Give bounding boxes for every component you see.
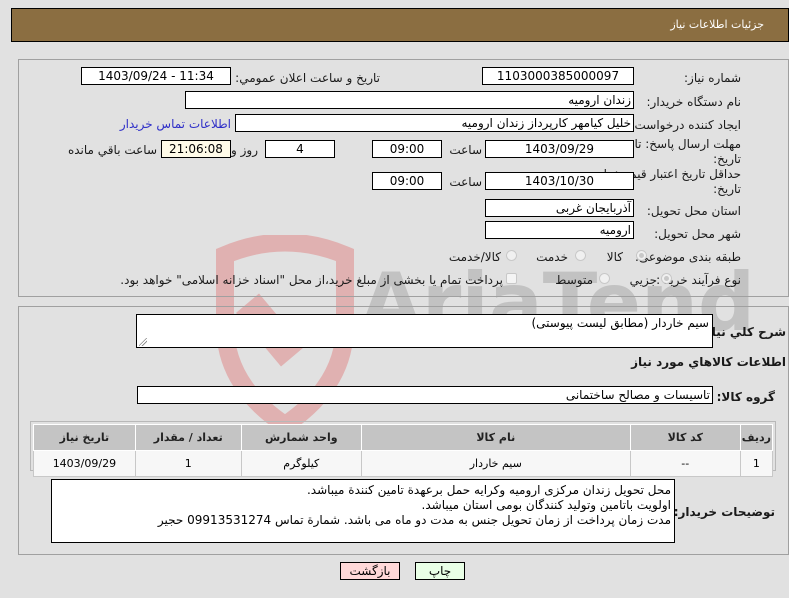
- description-text: سیم خاردار (مطابق لیست پیوستی): [531, 316, 709, 330]
- announce-datetime-field: 1403/09/24 - 11:34: [81, 67, 231, 85]
- price-validity-date-field: 1403/10/30: [485, 172, 634, 190]
- response-deadline-label-2: تاریخ:: [713, 152, 741, 166]
- remaining-time-label: ساعت باقي مانده: [67, 143, 157, 157]
- goods-section-title: اطلاعات کالاهاي مورد نیاز: [631, 355, 786, 369]
- print-button[interactable]: چاپ: [415, 562, 465, 580]
- items-table: ردیف کد کالا نام کالا واحد شمارش تعداد /…: [33, 424, 774, 477]
- description-textarea[interactable]: سیم خاردار (مطابق لیست پیوستی): [136, 314, 713, 348]
- purchase-medium-radio[interactable]: [599, 273, 610, 284]
- col-row-header: ردیف: [739, 424, 774, 451]
- remaining-days-field: 4: [265, 140, 335, 158]
- category-service-radio[interactable]: [575, 250, 586, 261]
- buyer-notes-label: توضیحات خریدار:: [673, 505, 775, 519]
- buyer-contact-link[interactable]: اطلاعات تماس خریدار: [120, 117, 231, 131]
- buyer-note-line: محل تحویل زندان مرکزی ارومیه وکرایه حمل …: [306, 483, 671, 497]
- cell-qty: 1: [134, 450, 242, 477]
- category-goods-label: کالا: [606, 250, 623, 264]
- table-row: 1 -- سیم خاردار کیلوگرم 1 1403/09/29: [33, 450, 774, 477]
- items-table-header: ردیف کد کالا نام کالا واحد شمارش تعداد /…: [33, 424, 774, 451]
- response-deadline-label: مهلت ارسال پاسخ: تا: [634, 137, 741, 151]
- buyer-org-label: نام دستگاه خریدار:: [646, 95, 742, 109]
- cell-code: --: [629, 450, 741, 477]
- purchase-medium-label: متوسط: [555, 273, 593, 287]
- cell-row: 1: [739, 450, 774, 477]
- page-title: جزئیات اطلاعات نیاز: [670, 18, 764, 31]
- col-code-header: کد کالا: [629, 424, 741, 451]
- province-field: آذربایجان غربی: [485, 199, 634, 217]
- province-label: استان محل تحویل:: [646, 204, 741, 218]
- cell-date: 1403/09/29: [33, 450, 136, 477]
- cell-name: سیم خاردار: [360, 450, 631, 477]
- response-deadline-date-field: 1403/09/29: [485, 140, 634, 158]
- goods-group-label: گروه کالا:: [716, 390, 775, 404]
- response-time-label: ساعت: [449, 143, 482, 157]
- category-label: طبقه بندی موضوعی:: [634, 250, 741, 264]
- buyer-notes-box: محل تحویل زندان مرکزی ارومیه وکرایه حمل …: [51, 479, 675, 543]
- buyer-note-line: مدت زمان پرداخت از زمان تحویل جنس به مدت…: [157, 513, 671, 527]
- purchase-minor-radio[interactable]: [661, 273, 672, 284]
- treasury-checkbox-label: پرداخت تمام یا بخشی از مبلغ خرید،از محل …: [120, 273, 503, 287]
- col-date-header: تاریخ نیاز: [33, 424, 136, 451]
- buyer-org-field: زندان ارومیه: [185, 91, 634, 109]
- category-goods-radio[interactable]: [636, 250, 647, 261]
- response-time-field: 09:00: [372, 140, 442, 158]
- resize-grip-icon[interactable]: [139, 338, 147, 346]
- price-validity-label-2: تاریخ:: [713, 182, 741, 196]
- announce-datetime-label: تاریخ و ساعت اعلان عمومي:: [235, 71, 380, 85]
- remaining-time-field: 21:06:08: [161, 140, 231, 158]
- need-number-label: شماره نیاز:: [684, 71, 741, 85]
- purchase-minor-label: جزیي: [629, 273, 657, 287]
- category-goods-service-radio[interactable]: [506, 250, 517, 261]
- treasury-checkbox[interactable]: [506, 273, 517, 284]
- city-field: ارومیه: [485, 221, 634, 239]
- col-qty-header: تعداد / مقدار: [134, 424, 242, 451]
- goods-group-field: تاسیسات و مصالح ساختمانی: [137, 386, 713, 404]
- category-service-label: خدمت: [536, 250, 568, 264]
- category-goods-service-label: کالا/خدمت: [448, 250, 501, 264]
- price-validity-time-label: ساعت: [449, 175, 482, 189]
- buyer-note-line: اولویت باتامین وتولید کنندگان بومی استان…: [421, 498, 671, 512]
- price-validity-time-field: 09:00: [372, 172, 442, 190]
- col-name-header: نام کالا: [360, 424, 631, 451]
- need-number-field: 1103000385000097: [482, 67, 634, 85]
- back-button[interactable]: بازگشت: [340, 562, 400, 580]
- page-header: جزئیات اطلاعات نیاز: [11, 8, 789, 42]
- requester-field: خلیل کیامهر کارپرداز زندان ارومیه: [235, 114, 634, 132]
- days-label: روز و: [231, 143, 258, 157]
- col-unit-header: واحد شمارش: [240, 424, 362, 451]
- city-label: شهر محل تحویل:: [654, 227, 741, 241]
- requester-label: ایجاد کننده درخواست:: [630, 118, 741, 132]
- cell-unit: کیلوگرم: [240, 450, 362, 477]
